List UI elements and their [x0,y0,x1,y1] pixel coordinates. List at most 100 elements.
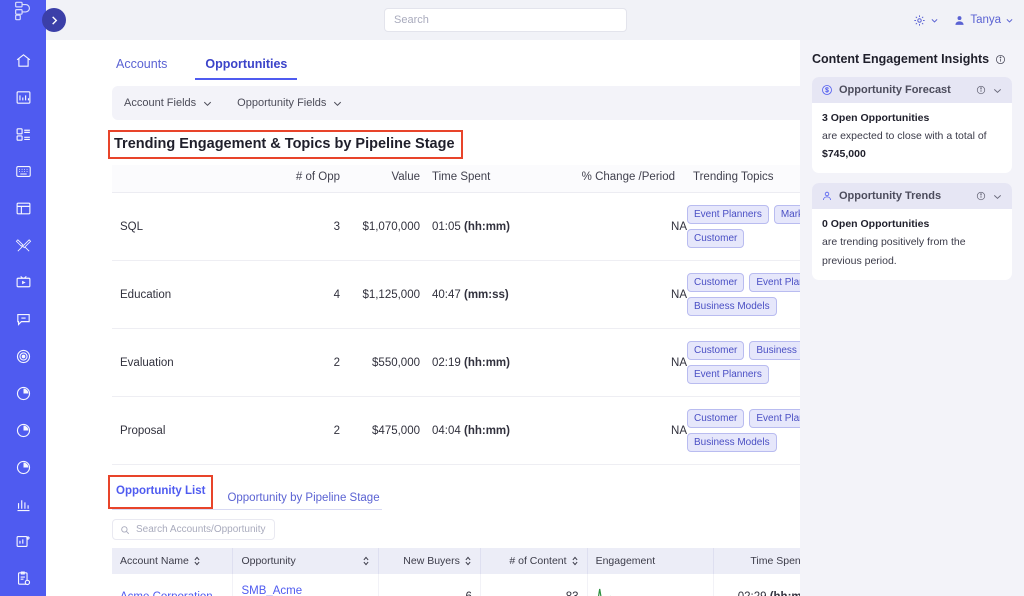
forecast-highlight: 3 Open Opportunities [822,112,930,124]
col-label: New Buyers [403,555,460,567]
trends-highlight: 0 Open Opportunities [822,218,930,231]
sidebar-item-insights[interactable] [0,486,46,523]
sidebar [0,0,66,596]
cell-pct-change: NA [562,328,687,397]
sidebar-item-pages[interactable] [0,190,46,227]
list-blocks-icon [16,128,30,141]
col-opportunity[interactable]: Opportunity [232,548,380,574]
time-unit: (hh:mm) [463,356,510,369]
sidebar-item-activity[interactable] [0,560,46,596]
topic-chip[interactable]: Customer [687,229,745,248]
opportunity-trends-card: Opportunity Trends 0 Open Opportunities … [812,183,1012,280]
topic-chip[interactable]: Customer [687,273,745,292]
tab-accounts[interactable]: Accounts [112,52,171,80]
col-num-opp: # of Opp [262,165,352,193]
cell-stage: Evaluation [112,328,262,397]
info-icon[interactable] [976,85,986,95]
topic-chip[interactable]: Customer [687,341,745,360]
col-value: Value [352,165,432,193]
cell-engagement [587,574,715,596]
gear-icon [914,14,925,26]
opportunity-fields-label: Opportunity Fields [237,97,327,109]
home-icon [16,54,30,67]
chevron-down-icon[interactable] [992,85,1003,96]
expand-sidebar-button[interactable] [42,8,66,32]
col-account-name[interactable]: Account Name [112,548,234,574]
tab-opportunities[interactable]: Opportunities [195,52,298,80]
opportunity-fields-dropdown[interactable]: Opportunity Fields [237,97,343,109]
chevron-down-icon [204,101,212,106]
sidebar-item-targeting[interactable] [0,338,46,375]
subtabs-underline [112,509,382,510]
global-search-input[interactable]: Search [384,8,627,32]
user-menu[interactable]: Tanya [953,14,1014,27]
topic-chip[interactable]: Business Models [687,433,777,452]
trends-text: are trending positively from the previou… [822,236,966,267]
pathfactory-logo-icon [15,1,31,21]
cell-opportunity[interactable]: SMB_Acme Corporation_NEW#1 [232,574,380,596]
topic-chip[interactable]: Event Planners [687,365,769,384]
info-icon[interactable] [995,54,1006,65]
insights-panel: Content Engagement Insights Opportunity … [800,40,1024,596]
tab-opportunity-by-pipeline-stage[interactable]: Opportunity by Pipeline Stage [227,492,379,509]
sidebar-item-reports-3[interactable] [0,449,46,486]
chevron-down-icon [334,101,342,106]
tab-opportunity-list[interactable]: Opportunity List [116,485,205,502]
opportunity-trends-header[interactable]: Opportunity Trends [812,183,1012,210]
chevron-down-icon[interactable] [992,191,1003,202]
info-icon[interactable] [976,191,986,201]
search-icon [121,525,130,534]
opportunity-forecast-header[interactable]: Opportunity Forecast [812,77,1012,103]
chevron-right-icon [51,15,57,25]
sort-both-icon [194,556,200,566]
cell-num-opp: 4 [262,260,352,329]
sidebar-item-library[interactable] [0,153,46,190]
person-icon [823,192,831,201]
col-num-content[interactable]: # of Content [480,548,588,574]
top-bar-right: Tanya [913,0,1014,40]
sidebar-logo[interactable] [0,0,46,22]
sidebar-item-reports-1[interactable] [0,375,46,412]
sidebar-item-content[interactable] [0,116,46,153]
topic-chip[interactable]: Customer [687,409,745,428]
topic-chip[interactable]: Business Models [687,297,777,316]
top-bar: Search Tanya [46,0,1024,40]
cell-num-opp: 2 [262,396,352,465]
accounts-search-input[interactable]: Search Accounts/Opportunity [112,519,275,540]
col-time-spent: Time Spent [432,165,562,193]
forecast-text: are expected to close with a total of $7… [822,130,987,160]
cell-pct-change: NA [562,396,687,465]
sidebar-item-home[interactable] [0,42,46,79]
opportunity-forecast-card: Opportunity Forecast 3 Open Opportunitie… [812,77,1012,174]
bar-chart-icon [16,91,30,104]
sidebar-item-messages[interactable] [0,301,46,338]
sidebar-item-video[interactable] [0,264,46,301]
cell-new-buyers: 6 [378,574,481,596]
opportunity-list-tab-wrapper: Opportunity List [108,475,214,509]
sidebar-item-add-report[interactable] [0,523,46,560]
account-fields-label: Account Fields [124,97,197,109]
opportunity-trends-title: Opportunity Trends [839,190,942,203]
user-icon [955,15,964,25]
forecast-amount: $745,000 [822,148,866,161]
opportunity-link[interactable]: SMB_Acme Corporation_NEW#1 [241,585,347,596]
engagement-sparkline [597,588,611,596]
layout-icon [16,202,30,215]
sidebar-item-reports-2[interactable] [0,412,46,449]
col-new-buyers[interactable]: New Buyers [378,548,481,574]
cell-value: $1,070,000 [352,192,432,261]
sidebar-item-analytics[interactable] [0,79,46,116]
sort-both-icon [465,556,471,566]
settings-menu[interactable] [913,14,939,27]
col-engagement: Engagement [587,548,715,574]
topic-chip[interactable]: Event Planners [687,205,769,224]
cell-account-name[interactable]: Acme Corporation [112,574,234,596]
account-link[interactable]: Acme Corporation [120,591,213,596]
cell-time-spent: 02:19 (hh:mm) [432,328,562,397]
accounts-search-placeholder: Search Accounts/Opportunity [136,524,266,535]
account-fields-dropdown[interactable]: Account Fields [124,97,213,109]
col-label: Time Spent [750,555,804,567]
cell-time-spent: 40:47 (mm:ss) [432,260,562,329]
sidebar-item-tools[interactable] [0,227,46,264]
pie-chart-icon [16,460,30,475]
